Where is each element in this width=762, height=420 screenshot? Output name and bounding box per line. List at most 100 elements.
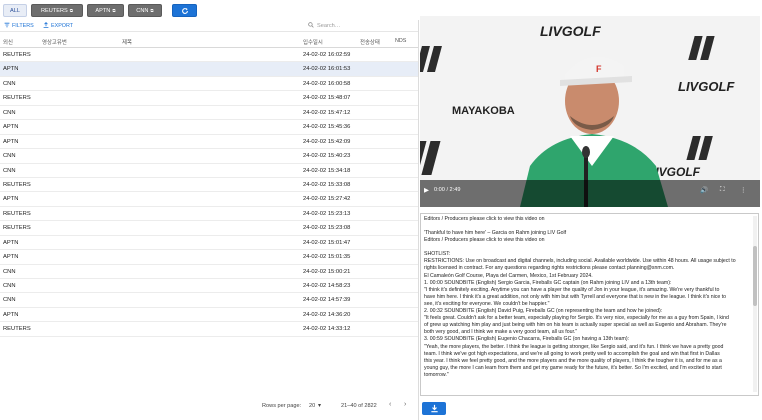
next-page-button[interactable]: › xyxy=(404,401,406,408)
row-source: REUTERS xyxy=(3,181,31,188)
table-row[interactable]: APTN⧉ccfv061308⧉IsraelGaza Btnp-Conflict… xyxy=(0,192,418,207)
fullscreen-icon[interactable]: ⛶ xyxy=(720,186,725,194)
agency-cnn-button[interactable]: CNN ⧉ xyxy=(128,4,162,17)
filters-label: FILTERS xyxy=(12,23,34,29)
row-time: 24-02-02 15:40:23 xyxy=(303,153,351,160)
description-line xyxy=(424,223,755,230)
table-row[interactable]: CNN⧉IN-07FR⧉F1 RACING_ LEWIS HAMI_24-02-… xyxy=(0,106,418,121)
row-source: REUTERS xyxy=(3,326,31,333)
liv-logo-text-2: LIVGOLF xyxy=(678,79,735,94)
agency-reuters-label: REUTERS xyxy=(40,7,68,14)
table-row[interactable]: REUTERS⧉LWD717802022024RP1⧉7178-ISRAEL-P… xyxy=(0,91,418,106)
column-header-status[interactable]: 전송상태 xyxy=(360,38,380,46)
external-link-icon: ⧉ xyxy=(69,8,73,13)
column-header-nds[interactable]: NDS xyxy=(395,38,406,44)
row-source: CNN xyxy=(3,153,16,160)
description-scrollbar[interactable] xyxy=(753,216,757,392)
prev-page-button[interactable]: ‹ xyxy=(389,401,391,408)
column-header-source[interactable]: 외신 xyxy=(3,38,39,46)
video-player[interactable]: MAYAKOBA LIVGOLF LIVGOLF LIVGOLF F xyxy=(420,16,760,207)
search-placeholder: Search… xyxy=(317,23,341,29)
story-description[interactable]: Editors / Producers please click to view… xyxy=(420,213,759,396)
table-row[interactable]: CNN⧉IN-03FR⧉RUSSIA_ PUTIN CRITIC _24-02-… xyxy=(0,293,418,308)
table-header: 외신 영상고유번 제목 입수일시 전송상태 NDS xyxy=(0,34,418,48)
description-line: "It feels great. Couldn't ask for a bett… xyxy=(424,315,729,322)
row-time: 24-02-02 15:34:18 xyxy=(303,167,351,174)
row-time: 24-02-02 14:36:20 xyxy=(303,311,351,318)
sponsor-text: MAYAKOBA xyxy=(452,105,515,117)
column-header-title[interactable]: 제목 xyxy=(122,38,297,46)
filter-all-button[interactable]: ALL xyxy=(3,4,27,17)
search-icon xyxy=(308,22,314,30)
description-line: El Camaleón Golf Course, Playa del Carme… xyxy=(424,272,593,279)
more-options-icon[interactable]: ⋮ xyxy=(740,186,747,194)
export-label: EXPORT xyxy=(51,23,74,29)
description-line: see, it's exciting for everyone. We coul… xyxy=(424,300,550,307)
table-row[interactable]: REUTERS⧉LWD716402022024RP1⧉7164-CANADA-E… xyxy=(0,48,418,63)
description-line: 'Thankful to have him here' – Garcia on … xyxy=(424,230,567,237)
table-row[interactable]: REUTERS⧉LWD001FFJQCFD⧉5608-CHINA-TRAVEL-… xyxy=(0,207,418,222)
description-text: Editors / Producers please click to view… xyxy=(424,216,755,379)
play-icon[interactable]: ▶ xyxy=(424,186,429,194)
description-line: "Yeah, the more players, the better. I t… xyxy=(424,343,724,350)
video-controls: ▶ 0:00 / 2:49 🔊 ⛶ ⋮ xyxy=(420,182,760,206)
description-line: Editors / Producers please click to view… xyxy=(424,216,545,222)
row-time: 24-02-02 15:47:12 xyxy=(303,109,351,116)
table-row[interactable]: CNN⧉NA-04FR⧉WEBB TELESCOPE CAPTUR_24-02-… xyxy=(0,149,418,164)
description-line: have him here. I think it's a great addi… xyxy=(424,293,727,300)
table-row[interactable]: CNN⧉MI-01FR⧉FILE-STATE DEPT APPRO_24-02-… xyxy=(0,265,418,279)
table-body: REUTERS⧉LWD716402022024RP1⧉7164-CANADA-E… xyxy=(0,48,418,337)
column-header-id[interactable]: 영상고유번 xyxy=(42,38,120,46)
row-source: REUTERS xyxy=(3,95,31,102)
row-source: APTN xyxy=(3,239,19,246)
description-line: young guy, the more I can learn from the… xyxy=(424,364,722,371)
table-row[interactable]: APTN⧉4476085⧉South Korea US Drills24-02-… xyxy=(0,135,418,150)
row-source: APTN xyxy=(3,196,19,203)
rows-per-page-select[interactable]: 20 xyxy=(309,403,315,409)
description-line: "I think it's definitely exciting. Anyti… xyxy=(424,286,720,293)
row-source: REUTERS xyxy=(3,225,31,232)
filters-button[interactable]: FILTERS xyxy=(4,22,34,30)
table-row[interactable]: APTN⧉3391056⧉Golf Pebble Beach Pro Am24-… xyxy=(0,120,418,135)
video-frame: MAYAKOBA LIVGOLF LIVGOLF LIVGOLF F xyxy=(420,16,760,207)
news-table: 외신 영상고유번 제목 입수일시 전송상태 NDS REUTERS⧉LWD716… xyxy=(0,34,418,337)
row-time: 24-02-02 15:01:47 xyxy=(303,239,351,246)
search-input[interactable]: Search… xyxy=(308,21,413,31)
table-row[interactable]: REUTERS⧉LWD001FFJQD7T⧉5609-CHINA-WAREHOU… xyxy=(0,178,418,193)
panel-divider xyxy=(418,20,419,420)
row-time: 24-02-02 15:33:08 xyxy=(303,181,351,188)
table-row[interactable]: APTN⧉4476082⧉Australia Stranded Livestoc… xyxy=(0,308,418,323)
description-line: this year. I think we feel pretty good, … xyxy=(424,357,722,364)
agency-reuters-button[interactable]: REUTERS ⧉ xyxy=(31,4,83,17)
description-line: both very good, and I think we make a ve… xyxy=(424,329,578,336)
table-row[interactable]: REUTERS⧉LWD001FFJQBMX⧉5607-BELGIUM-EU-SU… xyxy=(0,221,418,236)
row-source: CNN xyxy=(3,80,16,87)
description-line: rights licensed in contract. For any que… xyxy=(424,265,675,272)
export-button[interactable]: EXPORT xyxy=(43,22,73,30)
row-time: 24-02-02 15:48:07 xyxy=(303,95,351,102)
row-time: 24-02-02 14:57:39 xyxy=(303,297,351,304)
table-row[interactable]: REUTERS⧉LWD717602022024RP1⧉7176-ISRAEL-P… xyxy=(0,322,418,337)
table-row[interactable]: CNN⧉IVE-020TH⧉HI_ LAHAINA_5 1ST FRO_24-0… xyxy=(0,279,418,294)
row-time: 24-02-02 15:27:42 xyxy=(303,196,351,203)
liv-logo-text: LIVGOLF xyxy=(540,23,601,39)
row-time: 24-02-02 15:00:21 xyxy=(303,268,351,275)
table-row[interactable]: APTN⧉4476083⧉Kenya Fire Hospital24-02-02… xyxy=(0,236,418,251)
table-row[interactable]: APTN⧉3391057⧉Golf LIV Fireballs Presser2… xyxy=(0,62,418,77)
volume-icon[interactable]: 🔊 xyxy=(700,186,708,194)
refresh-button[interactable] xyxy=(172,4,197,17)
description-line: 1. 00:00 SOUNDBITE (English) Sergio Garc… xyxy=(424,279,672,286)
table-row[interactable]: CNN⧉IN-05FR⧉AUSTRALIA_ GIRL SAVES_24-02-… xyxy=(0,164,418,178)
description-line: 2. 00:32 SOUNDBITE (English) David Puig,… xyxy=(424,308,663,315)
table-row[interactable]: CNN⧉PY-01FR⧉HOLLYWOOD MINUTE_ AOA_24-02-… xyxy=(0,77,418,92)
download-button[interactable] xyxy=(422,402,446,415)
pagination: Rows per page: 20 ▾ 21–40 of 2822 ‹ › xyxy=(0,398,418,414)
column-header-time[interactable]: 입수일시 xyxy=(303,38,358,46)
row-time: 24-02-02 15:45:36 xyxy=(303,124,351,131)
export-icon xyxy=(43,22,49,30)
row-source: REUTERS xyxy=(3,52,31,58)
agency-cnn-label: CNN xyxy=(136,7,149,14)
table-row[interactable]: APTN⧉3391055⧉Ice Hockey NHL PWHL Showcas… xyxy=(0,250,418,265)
agency-aptn-button[interactable]: APTN ⧉ xyxy=(87,4,124,17)
external-link-icon: ⧉ xyxy=(150,8,154,13)
